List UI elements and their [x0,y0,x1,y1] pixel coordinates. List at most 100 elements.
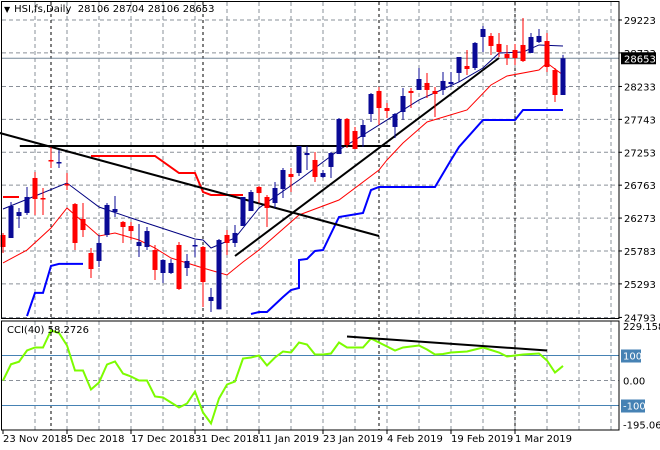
candle [336,117,342,155]
candle-body [152,250,158,270]
candle [496,33,502,57]
candle [192,240,198,258]
candle-body [496,43,502,53]
candle [400,88,406,120]
candle-body [360,125,366,137]
candle-body [312,159,318,177]
candle-body [224,234,230,243]
candle-body [456,56,462,73]
trendline-ascending [234,57,500,257]
candle [144,227,150,251]
candle-body [112,209,118,213]
candle-body [544,41,550,67]
candle-body [40,197,46,200]
candle-body [168,262,174,273]
candle-body [344,118,350,146]
candle [208,287,214,313]
candle-body [384,108,390,111]
candle [456,56,462,82]
candle [536,28,542,43]
candle [72,203,78,251]
candle-body [560,58,566,95]
candle [504,44,510,65]
candle-body [88,252,94,270]
price-tick-label: 28233 [624,82,656,93]
candle-body [128,225,134,232]
candle [288,167,294,193]
candle-body [512,50,518,59]
candle-body [160,259,166,273]
price-tick-label: 29223 [624,16,656,27]
candle-body [192,244,198,247]
cci-tick-label: 229.1588 [623,322,660,333]
candle [528,33,534,53]
candle-body [408,90,414,93]
candle-body [440,80,446,90]
candle-body [504,53,510,59]
candle-body [176,244,182,289]
chart-window: 2922328733282332774327253267632627325783… [0,0,660,450]
candle-body [264,196,270,208]
candle [152,244,158,280]
candle-body [304,153,310,156]
time-tick-label: 4 Feb 2019 [387,434,443,445]
main-panel-frame [1,1,620,319]
candle [320,169,326,178]
candle-body [72,204,78,243]
candle-body [248,192,254,212]
candle [520,17,526,62]
candle-body [400,96,406,112]
dropdown-triangle-icon[interactable]: ▼ [4,5,10,14]
candle [344,117,350,148]
symbol-label: HSI,fs,Daily [14,4,72,15]
candle [248,190,254,212]
cci-line [2,329,564,426]
price-chart[interactable]: 2922328733282332774327253267632627325783… [0,0,660,450]
time-tick-label: 19 Feb 2019 [451,434,513,445]
candle-body [200,247,206,282]
candle [104,203,110,238]
candle-body [144,231,150,248]
candle-body [352,130,358,149]
candle-body [16,212,22,216]
time-tick-label: 31 Dec 2018 [195,434,259,445]
candle-body [448,81,454,84]
upper-band-line [91,154,243,196]
candle-body [424,82,430,90]
candle [232,224,238,248]
candle-body [296,146,302,174]
candle [472,42,478,71]
candle-body [328,153,334,167]
candle [80,203,86,238]
candle-body [232,232,238,243]
cci-tick-label: 0.00 [623,377,645,388]
candle-body [184,260,190,269]
candle [312,152,318,183]
candle-body [392,114,398,127]
candle-body [208,296,214,301]
candle-body [8,205,14,239]
candle-body [416,79,422,90]
time-tick-label: 11 Jan 2019 [259,434,319,445]
cci-tick-label: -100 [623,402,646,413]
candle [200,246,206,307]
candle-body [120,221,126,228]
candle [560,54,566,95]
candle-body [288,174,294,177]
cci-title: CCI(40) 58.2726 [7,325,89,336]
ohlc-readout: 28106 28704 28106 28653 [77,4,215,15]
candle-body [48,159,54,162]
candle [512,43,518,65]
candle [464,50,470,75]
price-tick-label: 27743 [624,115,656,126]
candle-body [272,187,278,204]
candle [304,146,310,170]
current-price-label: 28653 [624,54,656,65]
candle [96,234,102,268]
candle [368,92,374,122]
candle-body [432,90,438,94]
candle [416,68,422,90]
candle-body [464,65,470,70]
candle-body [136,241,142,247]
candle [256,185,262,204]
